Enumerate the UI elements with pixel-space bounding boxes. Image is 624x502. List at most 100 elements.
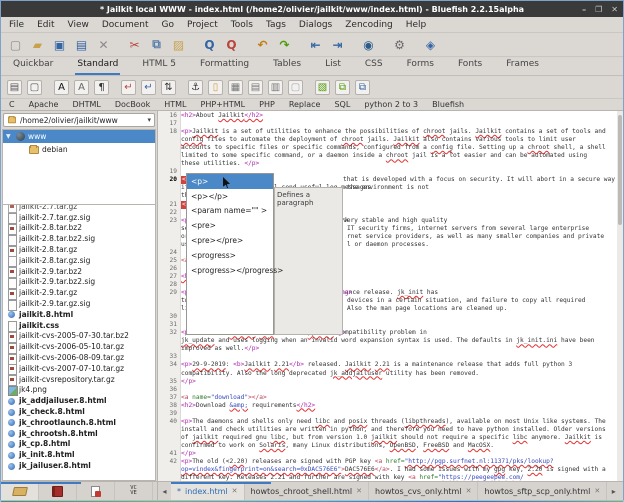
- file-item[interactable]: jailkit-2.9.tar.bz2: [3, 266, 155, 277]
- lang-tab-html[interactable]: HTML: [164, 100, 186, 109]
- doc-tab-index.html[interactable]: *index.html✕: [171, 482, 245, 500]
- autocomplete-item[interactable]: <p>: [187, 174, 273, 189]
- menu-tags[interactable]: Tags: [266, 20, 286, 30]
- bold-icon[interactable]: A: [54, 80, 69, 95]
- div-icon[interactable]: ▯: [208, 80, 223, 95]
- sidebar-scroll-thumb[interactable]: [9, 482, 81, 484]
- tree-item-debian[interactable]: debian: [3, 143, 155, 156]
- lang-tab-apache[interactable]: Apache: [29, 100, 59, 109]
- file-item[interactable]: jk_init.8.html: [3, 449, 155, 460]
- snippets-tab[interactable]: VCVE: [115, 482, 153, 500]
- image-icon[interactable]: ▧: [315, 80, 330, 95]
- tab-close-icon[interactable]: ✕: [232, 487, 238, 495]
- thumbnail-icon[interactable]: ⧉: [335, 80, 350, 95]
- title-bar[interactable]: * Jailkit local WWW - index.html (/home2…: [1, 1, 623, 17]
- file-item[interactable]: jailkit-2.9.tar.bz2.sig: [3, 277, 155, 288]
- table-row-icon[interactable]: ▤: [248, 80, 263, 95]
- quickbar-tab-forms[interactable]: Forms: [405, 56, 436, 75]
- quickbar-tab-quickbar[interactable]: Quickbar: [11, 56, 55, 75]
- file-item[interactable]: jailkit-cvs-2006-08-09.tar.gz: [3, 352, 155, 363]
- lang-tab-php[interactable]: PHP: [259, 100, 275, 109]
- find-icon[interactable]: Q: [201, 36, 218, 53]
- external-commands-icon[interactable]: ⚙: [391, 36, 408, 53]
- menu-view[interactable]: View: [68, 20, 89, 30]
- save-as-icon[interactable]: ▤: [73, 36, 90, 53]
- minimize-button[interactable]: –: [582, 5, 586, 14]
- quickbar-tab-tables[interactable]: Tables: [271, 56, 303, 75]
- menu-document[interactable]: Document: [102, 20, 149, 30]
- lang-tab-docbook[interactable]: DocBook: [115, 100, 150, 109]
- file-browser-tab[interactable]: [1, 482, 39, 500]
- editor-vertical-scrollbar[interactable]: [617, 111, 623, 481]
- file-item[interactable]: jailkit-2.7.tar.gz.sig: [3, 212, 155, 223]
- file-item[interactable]: jk_check.8.html: [3, 406, 155, 417]
- function-reference-tab[interactable]: [77, 482, 115, 500]
- tab-scroll-right-icon[interactable]: ▸: [607, 482, 620, 500]
- find-replace-icon[interactable]: Q: [223, 36, 240, 53]
- tab-close-icon[interactable]: ✕: [356, 487, 362, 495]
- file-item[interactable]: jailkit-2.7.tar.gz: [3, 205, 155, 212]
- file-item[interactable]: jk_chrootsh.8.html: [3, 428, 155, 439]
- file-item[interactable]: jailkit-2.9.tar.gz: [3, 287, 155, 298]
- tab-scroll-left-icon[interactable]: ◂: [158, 482, 171, 500]
- file-item[interactable]: jailkit-2.9.tar.gz.sig: [3, 298, 155, 309]
- close-button[interactable]: ✕: [611, 5, 618, 14]
- cut-icon[interactable]: ✂: [126, 36, 143, 53]
- lang-tab-python-2-to-3[interactable]: python 2 to 3: [364, 100, 418, 109]
- preview-browser-icon[interactable]: ◉: [360, 36, 377, 53]
- lang-tab-sql[interactable]: SQL: [334, 100, 350, 109]
- autocomplete-item[interactable]: <progress>: [187, 248, 273, 263]
- menu-edit[interactable]: Edit: [37, 20, 54, 30]
- file-item[interactable]: jailkit-cvsrepository.tar.gz: [3, 374, 155, 385]
- file-item[interactable]: jailkit-2.8.tar.gz: [3, 244, 155, 255]
- tab-close-icon[interactable]: ✕: [466, 487, 472, 495]
- open-file-icon[interactable]: ▰: [29, 36, 46, 53]
- file-item[interactable]: jailkit-2.8.tar.bz2: [3, 223, 155, 234]
- menu-go[interactable]: Go: [162, 20, 174, 30]
- lang-tab-dhtml[interactable]: DHTML: [72, 100, 100, 109]
- lang-tab-bluefish[interactable]: Bluefish: [432, 100, 464, 109]
- non-breaking-space-icon[interactable]: ⇅: [161, 80, 176, 95]
- bookmark-navigation-icon[interactable]: ◈: [422, 36, 439, 53]
- bookmarks-tab[interactable]: [39, 482, 77, 500]
- quickbar-tab-html-5[interactable]: HTML 5: [140, 56, 178, 75]
- quickbar-tab-css[interactable]: CSS: [363, 56, 385, 75]
- copy-icon[interactable]: ⧉: [148, 36, 165, 53]
- file-item[interactable]: jk4.png: [3, 385, 155, 396]
- menu-project[interactable]: Project: [187, 20, 218, 30]
- expander-icon[interactable]: ▼: [6, 133, 13, 140]
- menu-help[interactable]: Help: [406, 20, 427, 30]
- autocomplete-item[interactable]: <pre></pre>: [187, 233, 273, 248]
- menu-dialogs[interactable]: Dialogs: [299, 20, 332, 30]
- file-item[interactable]: jk_chrootlaunch.8.html: [3, 417, 155, 428]
- tab-close-icon[interactable]: ✕: [594, 487, 600, 495]
- lang-tab-c[interactable]: C: [9, 100, 15, 109]
- comment-icon[interactable]: ▢: [288, 80, 303, 95]
- quickstart-icon[interactable]: ▤: [7, 80, 22, 95]
- quickbar-tab-standard[interactable]: Standard: [75, 56, 120, 75]
- multi-thumbnail-icon[interactable]: ⧉: [355, 80, 370, 95]
- paragraph-icon[interactable]: ¶: [94, 80, 109, 95]
- autocomplete-item[interactable]: <param name="" >: [187, 204, 273, 219]
- editor-scroll-thumb[interactable]: [186, 482, 271, 484]
- undo-icon[interactable]: ↶: [254, 36, 271, 53]
- directory-combo[interactable]: /home2/olivier/jailkit/www ▾: [3, 113, 155, 127]
- break-icon[interactable]: ↵: [121, 80, 136, 95]
- file-item[interactable]: jailkit-2.8.tar.bz2.sig: [3, 233, 155, 244]
- autocomplete-item[interactable]: <pre>: [187, 218, 273, 233]
- quickbar-tab-frames[interactable]: Frames: [504, 56, 541, 75]
- table-cell-icon[interactable]: ▥: [268, 80, 283, 95]
- maximize-button[interactable]: ❐: [595, 5, 602, 14]
- file-item[interactable]: jailkit-cvs-2006-05-10.tar.gz: [3, 341, 155, 352]
- autocomplete-item[interactable]: <progress></progress>: [187, 263, 273, 278]
- file-item[interactable]: jk_addjailuser.8.html: [3, 395, 155, 406]
- redo-icon[interactable]: ↷: [276, 36, 293, 53]
- save-icon[interactable]: ▣: [51, 36, 68, 53]
- doc-tab-howtos_cvs_only.html[interactable]: howtos_cvs_only.html✕: [369, 482, 478, 500]
- file-item[interactable]: jailkit-cvs-2007-07-10.tar.gz: [3, 363, 155, 374]
- file-item[interactable]: jailkit.8.html: [3, 309, 155, 320]
- unindent-icon[interactable]: ⇤: [307, 36, 324, 53]
- file-item[interactable]: jk_cp.8.html: [3, 439, 155, 450]
- doc-tab-howtos_sftp_scp_only.html[interactable]: howtos_sftp_scp_only.html✕: [478, 482, 607, 500]
- indent-icon[interactable]: ⇥: [329, 36, 346, 53]
